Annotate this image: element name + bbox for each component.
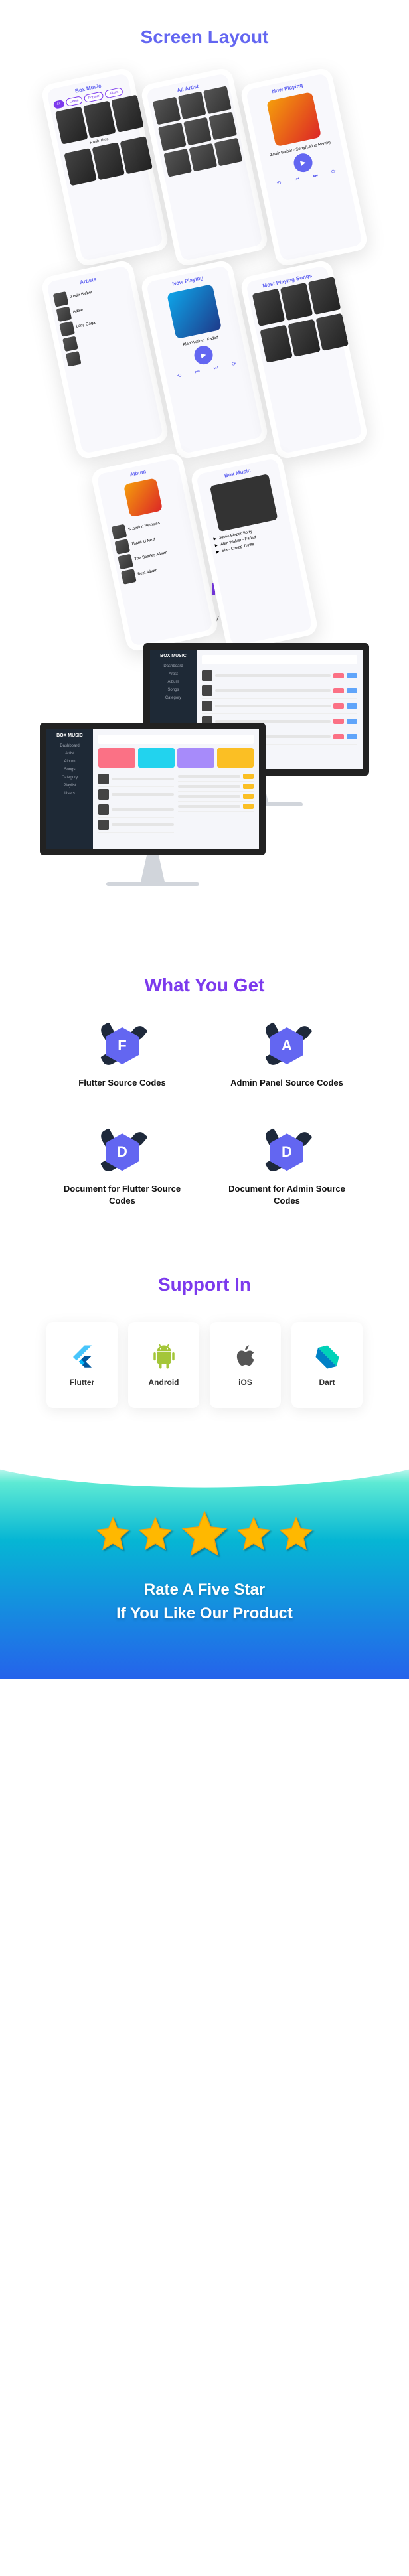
support-section: Support In Flutter Android iOS Dart [0, 1248, 409, 1448]
what-you-get-section: What You Get F Flutter Source Codes A Ad… [0, 948, 409, 1248]
wyg-card-doc-admin: D Document for Admin Source Codes [211, 1115, 363, 1220]
wyg-card-flutter: F Flutter Source Codes [46, 1009, 198, 1102]
support-flutter: Flutter [46, 1322, 118, 1408]
screen-layout-section: Screen Layout Box Music All Latest Popul… [0, 0, 409, 552]
screen-layout-heading: Screen Layout [20, 27, 389, 48]
rating-stars [13, 1514, 396, 1559]
monitor-2: BOX MUSIC Dashboard Artist Album Songs C… [40, 723, 266, 886]
wyg-card-admin: A Admin Panel Source Codes [211, 1009, 363, 1102]
wyg-heading: What You Get [20, 975, 389, 996]
phone-mockups: Box Music All Latest Popular Album Rush … [20, 61, 389, 526]
star-icon [179, 1508, 230, 1559]
star-icon [234, 1514, 273, 1553]
support-android: Android [128, 1322, 199, 1408]
support-heading: Support In [20, 1274, 389, 1295]
star-icon [277, 1514, 315, 1553]
flutter-icon [68, 1343, 96, 1371]
apple-icon [232, 1343, 260, 1371]
support-ios: iOS [210, 1322, 281, 1408]
android-icon [150, 1343, 178, 1371]
rate-text-1: Rate A Five Star [13, 1578, 396, 1602]
rate-section: Rate A Five Star If You Like Our Product [0, 1448, 409, 1679]
dart-icon [313, 1343, 341, 1371]
wyg-card-doc-flutter: D Document for Flutter Source Codes [46, 1115, 198, 1220]
support-dart: Dart [291, 1322, 363, 1408]
star-icon [94, 1514, 132, 1553]
star-icon [136, 1514, 175, 1553]
play-icon: ▶ [292, 152, 314, 174]
play-icon: ▶ [193, 344, 214, 366]
rate-text-2: If You Like Our Product [13, 1602, 396, 1626]
